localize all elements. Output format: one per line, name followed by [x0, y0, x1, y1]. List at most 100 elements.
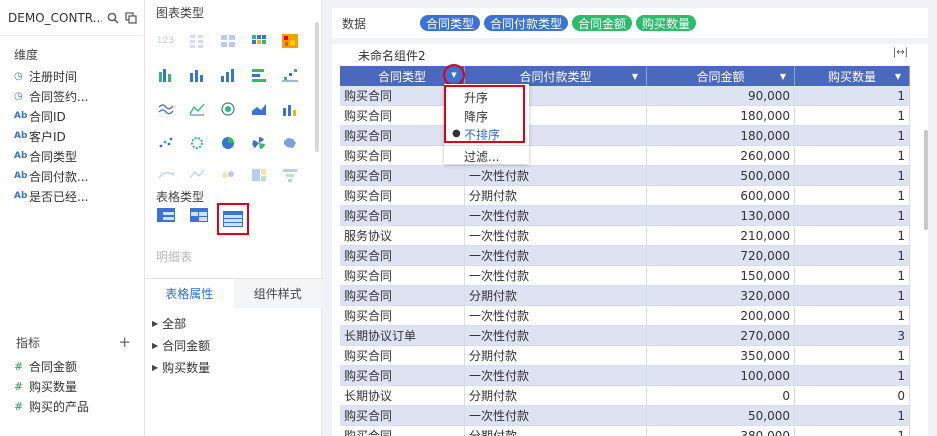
dimension-field[interactable]: Ab 合同ID	[0, 106, 144, 126]
sort-toggle-button[interactable]: ▼	[443, 64, 465, 86]
dimension-field[interactable]: Ab 合同付款...	[0, 166, 144, 186]
property-item-contract-amount[interactable]: ▶ 合同金额	[145, 334, 322, 356]
funnel-icon[interactable]	[279, 164, 300, 185]
metric-field-label: 购买的产品	[29, 399, 90, 414]
number-field-icon: #	[14, 379, 24, 393]
area-line-chart-icon[interactable]	[186, 98, 207, 119]
rose-chart-icon[interactable]	[248, 132, 269, 153]
table-cell: 50,000	[647, 406, 795, 425]
chart-type-label: 图表类型	[156, 6, 205, 20]
tab-component-style[interactable]: 组件样式	[233, 279, 322, 308]
widget-title[interactable]: 未命名组件2	[358, 47, 426, 64]
dimension-field[interactable]: Ab 是否已经...	[0, 186, 144, 206]
dataset-title[interactable]: DEMO_CONTR...	[8, 11, 102, 25]
sort-dropdown-icon[interactable]: ▼	[895, 72, 901, 81]
data-pill-purchase-quantity[interactable]: 购买数量	[636, 15, 697, 31]
table-cell: 一次性付款	[465, 266, 647, 285]
table-cell: 购买合同	[340, 166, 465, 185]
table-cell: 购买合同	[340, 206, 465, 225]
number-field-icon: #	[14, 359, 24, 373]
table-cell: 1	[795, 246, 910, 265]
area-chart-icon[interactable]	[248, 98, 269, 119]
search-icon[interactable]	[106, 11, 120, 25]
table-cell: 分期付款	[465, 426, 647, 436]
scatter-bar-chart-icon[interactable]	[279, 64, 300, 85]
metric-field[interactable]: # 合同金额	[0, 356, 145, 376]
chart-icons-row-3	[155, 98, 302, 119]
copy-icon[interactable]	[124, 11, 138, 25]
horizontal-bar-chart-icon[interactable]	[248, 64, 269, 85]
metric-field[interactable]: # 购买数量	[0, 376, 145, 396]
radar-chart-icon[interactable]	[217, 98, 238, 119]
dimension-field[interactable]: Ab 合同类型	[0, 146, 144, 166]
header-payment-type[interactable]: 合同付款类型 ▼	[465, 66, 647, 86]
data-pill-contract-amount[interactable]: 合同金额	[572, 15, 633, 31]
table-cell: 100,000	[647, 366, 795, 385]
table-row: 购买合同 分期付款 320,000 1	[340, 286, 910, 306]
detail-table-icon[interactable]	[217, 203, 249, 235]
dimension-field[interactable]: Ab 客户ID	[0, 126, 144, 146]
dimension-field[interactable]: ◷ 注册时间	[0, 66, 144, 86]
table-scrollbar[interactable]	[924, 130, 928, 230]
no-sort-option[interactable]: 不排序	[464, 126, 500, 143]
group-table-icon[interactable]	[188, 204, 209, 225]
metric-field[interactable]: # 购买的产品	[0, 396, 145, 416]
header-purchase-quantity[interactable]: 购买数量 ▼	[795, 66, 910, 86]
header-contract-amount[interactable]: 合同金额 ▼	[647, 66, 795, 86]
kpi-chart-icon[interactable]	[217, 30, 238, 51]
table-row: 服务协议 一次性付款 210,000 1	[340, 226, 910, 246]
table-cell: 500,000	[647, 166, 795, 185]
table-row: 购买合同一次性付款180,0001	[340, 106, 910, 126]
table-cell: 1	[795, 146, 910, 165]
sort-descending-option[interactable]: 降序	[464, 108, 488, 125]
add-metric-icon[interactable]: +	[118, 333, 131, 351]
sort-dropdown-icon[interactable]: ▼	[632, 72, 638, 81]
column-width-icon[interactable]: |↔|	[893, 47, 908, 58]
data-pill-payment-type[interactable]: 合同付款类型	[484, 15, 569, 31]
table-cell: 一次性付款	[465, 166, 647, 185]
filter-option[interactable]: 过滤...	[464, 148, 499, 165]
grid-chart-icon[interactable]	[186, 30, 207, 51]
table-cell: 一次性付款	[465, 406, 647, 425]
table-cell: 一次性付款	[465, 326, 647, 345]
table-cell: 1	[795, 86, 910, 105]
property-tabs: 表格属性 组件样式	[145, 278, 322, 308]
table-cell: 购买合同	[340, 426, 465, 436]
panel-scrollbar[interactable]	[315, 22, 319, 152]
sort-ascending-option[interactable]: 升序	[464, 89, 488, 106]
heatmap-chart-icon[interactable]	[279, 30, 300, 51]
table-cell: 购买合同	[340, 286, 465, 305]
table-cell: 130,000	[647, 206, 795, 225]
point-map-icon[interactable]	[217, 164, 238, 185]
line-chart-icon[interactable]	[155, 98, 176, 119]
column-chart-icon[interactable]	[217, 64, 238, 85]
table-cell: 分期付款	[465, 186, 647, 205]
bubble-chart-icon[interactable]	[186, 132, 207, 153]
combo-chart-icon[interactable]	[279, 98, 300, 119]
table-cell: 320,000	[647, 286, 795, 305]
map-chart-icon[interactable]	[279, 132, 300, 153]
property-item-label: 全部	[162, 316, 187, 331]
number-chart-icon[interactable]: 123	[155, 30, 176, 51]
pie-chart-icon[interactable]	[217, 132, 238, 153]
scatter-chart-icon[interactable]	[155, 132, 176, 153]
flow-map-icon[interactable]	[155, 164, 176, 185]
route-map-icon[interactable]	[186, 164, 207, 185]
treemap-icon[interactable]	[248, 164, 269, 185]
property-item-purchase-quantity[interactable]: ▶ 购买数量	[145, 356, 322, 378]
sort-dropdown-icon[interactable]: ▼	[780, 72, 786, 81]
grouped-bar-chart-icon[interactable]	[155, 64, 176, 85]
data-pill-contract-type[interactable]: 合同类型	[420, 15, 481, 31]
matrix-chart-icon[interactable]	[248, 30, 269, 51]
tab-table-properties[interactable]: 表格属性	[145, 279, 234, 308]
text-field-icon: Ab	[14, 131, 28, 141]
dimension-field[interactable]: ◷ 合同签约...	[0, 86, 144, 106]
chart-icons-row-1: 123	[155, 30, 302, 51]
bar-chart-icon[interactable]	[186, 64, 207, 85]
table-cell: 一次性付款	[465, 246, 647, 265]
table-cell: 1	[795, 306, 910, 325]
text-field-icon: Ab	[14, 151, 28, 161]
cross-table-icon[interactable]	[155, 204, 176, 225]
sort-dropdown-menu: 升序 降序 ● 不排序 过滤...	[444, 84, 529, 164]
property-item-all[interactable]: ▶ 全部	[145, 312, 322, 334]
